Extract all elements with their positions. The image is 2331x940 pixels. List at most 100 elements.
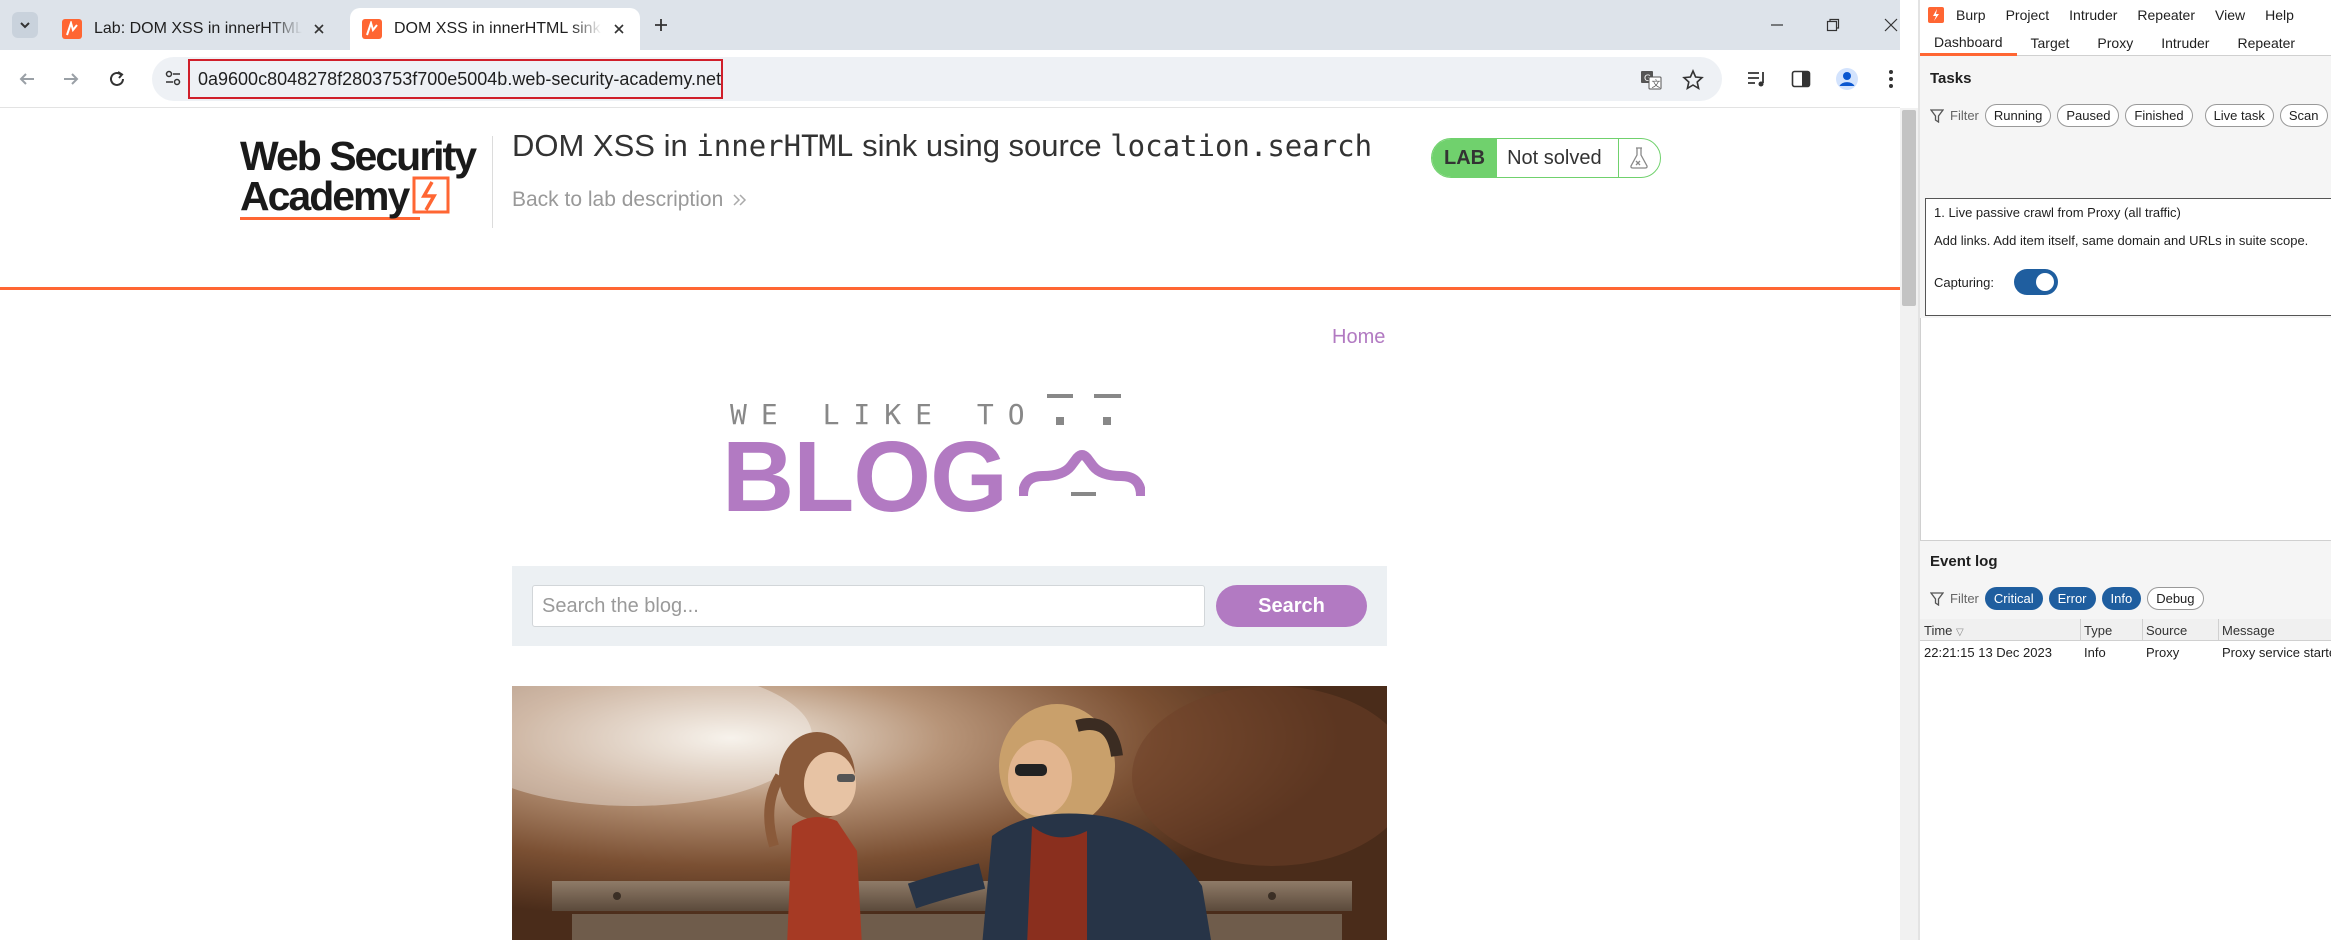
nav-home-link[interactable]: Home (1332, 326, 1385, 349)
tab-lab-description[interactable]: Lab: DOM XSS in innerHTML sink using sou… (50, 8, 340, 50)
blog-face-icon (1019, 394, 1145, 497)
tab-lab-page[interactable]: DOM XSS in innerHTML sink using source l… (350, 8, 640, 50)
log-source: Proxy (2146, 645, 2180, 660)
tab-target[interactable]: Target (2017, 30, 2084, 56)
double-chevron-right-icon (733, 194, 747, 206)
side-panel-icon[interactable] (1786, 64, 1816, 94)
filter-error[interactable]: Error (2048, 587, 2096, 610)
arrow-right-icon (64, 73, 79, 85)
menu-repeater[interactable]: Repeater (2137, 7, 2195, 23)
column-divider[interactable] (2218, 619, 2219, 641)
blog-word: BLOG (722, 421, 1008, 533)
tab-dashboard[interactable]: Dashboard (1920, 30, 2017, 56)
filter-icon[interactable] (1930, 591, 1944, 606)
burp-tab-bar: Dashboard Target Proxy Intruder Repeater (1920, 30, 2331, 56)
filter-debug[interactable]: Debug (2147, 587, 2204, 610)
menu-view[interactable]: View (2215, 7, 2245, 23)
lab-status-widget: LAB Not solved (1431, 138, 1661, 178)
back-button[interactable] (12, 64, 42, 94)
header-divider (492, 136, 493, 228)
column-message[interactable]: Message (2222, 623, 2275, 638)
column-divider[interactable] (2142, 619, 2143, 641)
blog-post-image[interactable] (512, 686, 1387, 940)
forward-button[interactable] (56, 64, 86, 94)
reload-icon (110, 71, 124, 86)
filter-label: Filter (1950, 108, 1979, 123)
column-time[interactable]: Time ▽ (1924, 623, 1964, 638)
filter-info[interactable]: Info (2101, 587, 2142, 610)
menu-burp[interactable]: Burp (1956, 7, 1986, 23)
minimize-icon (1771, 24, 1783, 26)
column-divider[interactable] (2080, 619, 2081, 641)
filter-icon[interactable] (1930, 108, 1944, 123)
tab-title: Lab: DOM XSS in innerHTML sink using sou… (94, 20, 303, 37)
close-window-button[interactable] (1876, 10, 1900, 40)
burp-logo-icon (1928, 7, 1944, 23)
scrollbar-thumb[interactable] (1902, 110, 1916, 306)
event-log-table: Time ▽ Type Source Message 22:21:15 13 D… (1920, 619, 2331, 940)
media-controls-icon[interactable] (1742, 64, 1772, 94)
task-description: Add links. Add item itself, same domain … (1934, 233, 2309, 248)
lab-status-text: Not solved (1497, 139, 1619, 177)
profile-avatar-icon[interactable] (1832, 64, 1862, 94)
post-photo-illustration (512, 686, 1387, 940)
arrow-left-icon (19, 73, 34, 85)
lab-title-code-sink: innerHTML (696, 129, 854, 163)
web-security-academy-logo[interactable]: Web Security Academy (240, 133, 477, 220)
filter-live-task[interactable]: Live task (2204, 104, 2274, 127)
minimize-button[interactable] (1762, 10, 1792, 40)
event-log-title: Event log (1930, 553, 1998, 570)
close-icon[interactable] (610, 20, 628, 38)
close-icon (1884, 18, 1898, 32)
search-button[interactable]: Search (1216, 585, 1367, 627)
page-viewport: Web Security Academy DOM XSS in innerHTM… (0, 108, 1900, 940)
menu-intruder[interactable]: Intruder (2069, 7, 2117, 23)
tasks-filter-row: Filter Running Paused Finished Live task… (1930, 104, 2331, 127)
table-row[interactable]: 22:21:15 13 Dec 2023 Info Proxy Proxy se… (1920, 641, 2331, 663)
table-header: Time ▽ Type Source Message (1920, 619, 2331, 641)
filter-scan[interactable]: Scan (2279, 104, 2328, 127)
task-title: 1. Live passive crawl from Proxy (all tr… (1934, 205, 2181, 220)
translate-icon[interactable]: G文 (1638, 67, 1664, 93)
filter-critical[interactable]: Critical (1984, 587, 2043, 610)
restore-button[interactable] (1818, 10, 1848, 40)
sort-down-icon: ▽ (1956, 627, 1964, 638)
logo-line1: Web Security (240, 133, 477, 179)
column-type[interactable]: Type (2084, 623, 2112, 638)
filter-running[interactable]: Running (1984, 104, 2052, 127)
bookmark-star-icon[interactable] (1680, 67, 1706, 93)
tab-repeater[interactable]: Repeater (2223, 30, 2309, 56)
toggle-knob (2036, 273, 2054, 291)
reload-button[interactable] (102, 64, 132, 94)
browser-toolbar: 0a9600c8048278f2803753f700e5004b.web-sec… (0, 50, 1900, 108)
filter-finished[interactable]: Finished (2125, 104, 2193, 127)
new-tab-button[interactable] (648, 12, 674, 38)
capturing-toggle[interactable] (2014, 269, 2058, 295)
tab-strip: Lab: DOM XSS in innerHTML sink using sou… (0, 0, 1900, 50)
address-bar[interactable]: 0a9600c8048278f2803753f700e5004b.web-sec… (152, 57, 1722, 101)
tab-proxy[interactable]: Proxy (2083, 30, 2147, 56)
vertical-scrollbar[interactable] (1900, 108, 1918, 940)
menu-help[interactable]: Help (2265, 7, 2294, 23)
search-input[interactable] (532, 585, 1205, 627)
site-info-icon[interactable] (164, 69, 182, 92)
tab-intruder[interactable]: Intruder (2147, 30, 2223, 56)
tasks-panel: Tasks Filter Running Paused Finished Liv… (1920, 56, 2331, 591)
portswigger-favicon-icon (62, 19, 82, 39)
back-to-lab-description-link[interactable]: Back to lab description (512, 188, 749, 212)
event-log-panel: Event log Filter Critical Error Info Deb… (1920, 540, 2331, 940)
close-icon[interactable] (310, 20, 328, 38)
event-log-filter-row: Filter Critical Error Info Debug (1930, 587, 2210, 610)
tab-search-button[interactable] (12, 12, 38, 38)
portswigger-favicon-icon (362, 19, 382, 39)
filter-label: Filter (1950, 591, 1979, 606)
more-menu-icon[interactable] (1876, 64, 1900, 94)
menu-project[interactable]: Project (2006, 7, 2050, 23)
column-source[interactable]: Source (2146, 623, 2187, 638)
task-card-live-passive-crawl[interactable]: 1. Live passive crawl from Proxy (all tr… (1925, 198, 2331, 316)
filter-paused[interactable]: Paused (2057, 104, 2120, 127)
lab-header: Web Security Academy DOM XSS in innerHTM… (0, 108, 1900, 290)
log-message: Proxy service started (2222, 645, 2331, 660)
url-text[interactable]: 0a9600c8048278f2803753f700e5004b.web-sec… (188, 59, 723, 99)
restore-icon (1826, 18, 1840, 32)
